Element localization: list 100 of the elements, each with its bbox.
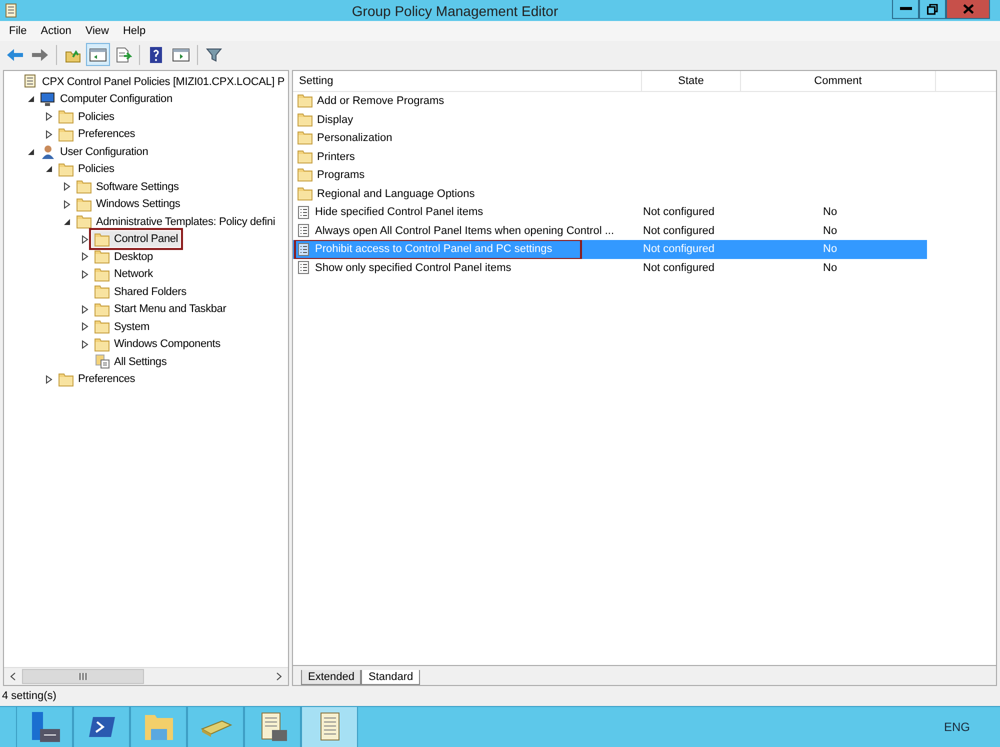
- table-row[interactable]: Add or Remove Programs: [293, 92, 927, 110]
- setting-name: Printers: [317, 150, 355, 163]
- forward-arrow-icon: [31, 46, 49, 62]
- tree-item[interactable]: CPX Control Panel Policies [MIZI01.CPX.LOCAL] P: [20, 74, 286, 90]
- export-list-icon: [114, 46, 132, 62]
- column-header[interactable]: Comment: [741, 71, 936, 91]
- expand-arrow-icon[interactable]: [63, 182, 71, 192]
- expand-arrow-icon[interactable]: [45, 374, 53, 384]
- tree-item[interactable]: Windows Settings: [74, 196, 182, 212]
- setting-name: Show only specified Control Panel items: [315, 262, 512, 274]
- tree-item[interactable]: All Settings: [92, 354, 169, 370]
- filter-icon: [205, 46, 223, 62]
- table-row[interactable]: Hide specified Control Panel items Not configured No: [293, 203, 927, 222]
- expand-arrow-icon[interactable]: [81, 234, 89, 244]
- collapse-arrow-icon[interactable]: [27, 95, 35, 104]
- tree-item[interactable]: System: [92, 318, 152, 335]
- folder-icon: [94, 336, 110, 352]
- language-indicator[interactable]: ENG: [944, 720, 970, 734]
- tree-item[interactable]: Windows Components: [92, 336, 222, 352]
- setting-name: Add or Remove Programs: [317, 95, 444, 108]
- table-row[interactable]: Printers: [293, 148, 927, 166]
- collapse-arrow-icon[interactable]: [63, 218, 71, 226]
- view-tab[interactable]: Extended: [301, 670, 362, 685]
- expand-arrow-icon[interactable]: [45, 112, 53, 122]
- scroll-icon: [4, 2, 18, 18]
- expand-arrow-icon[interactable]: [81, 322, 89, 332]
- taskbar-button[interactable]: [73, 707, 130, 747]
- table-row[interactable]: Regional and Language Options: [293, 184, 927, 203]
- expand-arrow-icon[interactable]: [81, 340, 89, 349]
- tree-item[interactable]: Administrative Templates: Policy defini: [74, 214, 278, 230]
- computer-icon: [40, 92, 56, 107]
- menu-item[interactable]: View: [80, 25, 114, 37]
- tree-item[interactable]: Desktop: [92, 248, 155, 265]
- tree-item[interactable]: Preferences: [56, 371, 138, 388]
- tree-item[interactable]: Preferences: [56, 126, 138, 142]
- expand-arrow-icon[interactable]: [63, 200, 71, 209]
- tree-item[interactable]: Software Settings: [74, 178, 181, 195]
- expand-arrow-icon[interactable]: [81, 304, 89, 314]
- folder-icon: [297, 94, 313, 108]
- user-icon: [40, 144, 56, 160]
- close-button[interactable]: [946, 0, 990, 19]
- state-cell-text: Not configured: [642, 224, 716, 239]
- folder-icon: [58, 109, 74, 124]
- setting-name: Programs: [317, 169, 365, 182]
- folder-icon: [297, 131, 313, 146]
- folder-icon: [94, 319, 110, 334]
- expand-arrow-icon[interactable]: [81, 252, 89, 262]
- folder-icon: [58, 372, 74, 387]
- folder-icon: [76, 214, 92, 230]
- horizontal-scrollbar[interactable]: [4, 667, 288, 685]
- folder-icon: [297, 186, 313, 201]
- toolbar-button[interactable]: [86, 43, 110, 66]
- action-pane-icon: [172, 46, 190, 62]
- tree-pane-icon: [89, 46, 107, 62]
- tree-item[interactable]: Control Panel: [92, 231, 180, 248]
- collapse-arrow-icon[interactable]: [45, 165, 53, 174]
- column-header[interactable]: State: [642, 71, 741, 91]
- settings-page-icon: [94, 354, 110, 370]
- restore-icon: [927, 4, 938, 14]
- collapse-arrow-icon[interactable]: [27, 148, 35, 156]
- tree-item[interactable]: Policies: [56, 108, 116, 125]
- menu-item[interactable]: File: [4, 25, 32, 37]
- menu-item[interactable]: Action: [36, 25, 76, 37]
- expand-arrow-icon[interactable]: [45, 130, 53, 139]
- taskbar-button[interactable]: [244, 707, 301, 747]
- taskbar-button[interactable]: [301, 707, 358, 747]
- state-cell-text: Not configured: [642, 242, 716, 258]
- folder-icon: [297, 168, 313, 182]
- list-page-icon: [297, 242, 311, 257]
- scroll-icon: [22, 74, 38, 90]
- menu-item[interactable]: Help: [118, 25, 151, 37]
- state-cell-text: Not configured: [642, 260, 716, 276]
- table-row[interactable]: Display: [293, 110, 927, 129]
- setting-name: Always open All Control Panel Items when opening Control ...: [315, 224, 614, 237]
- close-icon: [962, 4, 974, 14]
- tree-item[interactable]: Start Menu and Taskbar: [92, 301, 228, 318]
- table-row[interactable]: Always open All Control Panel Items when opening Control ... Not configured No: [293, 222, 927, 240]
- folder-icon: [76, 196, 92, 212]
- list-page-icon: [297, 223, 311, 238]
- restore-button[interactable]: [919, 0, 946, 19]
- status-text: 4 setting(s): [2, 690, 56, 702]
- view-tab[interactable]: Standard: [361, 670, 420, 685]
- window-title: Group Policy Management Editor: [350, 2, 560, 18]
- comment-cell-text: No: [822, 205, 838, 220]
- folder-icon: [297, 112, 313, 127]
- expand-arrow-icon[interactable]: [81, 270, 89, 279]
- table-row[interactable]: Personalization: [293, 129, 927, 148]
- list-page-icon: [297, 204, 311, 220]
- comment-cell-text: No: [822, 242, 838, 258]
- tree-item[interactable]: Shared Folders: [92, 284, 188, 300]
- taskbar-button[interactable]: [16, 707, 73, 747]
- table-row[interactable]: Show only specified Control Panel items Not configured No: [293, 258, 927, 277]
- scrollbar-thumb[interactable]: [22, 669, 144, 684]
- table-row[interactable]: Programs: [293, 166, 927, 184]
- tree-item[interactable]: Policies: [56, 161, 116, 178]
- tree-item[interactable]: Network: [92, 266, 155, 282]
- tree-item[interactable]: Computer Configuration: [38, 91, 174, 108]
- minimize-button[interactable]: [892, 0, 919, 19]
- column-header[interactable]: Setting: [293, 71, 642, 91]
- tree-item[interactable]: User Configuration: [38, 144, 150, 160]
